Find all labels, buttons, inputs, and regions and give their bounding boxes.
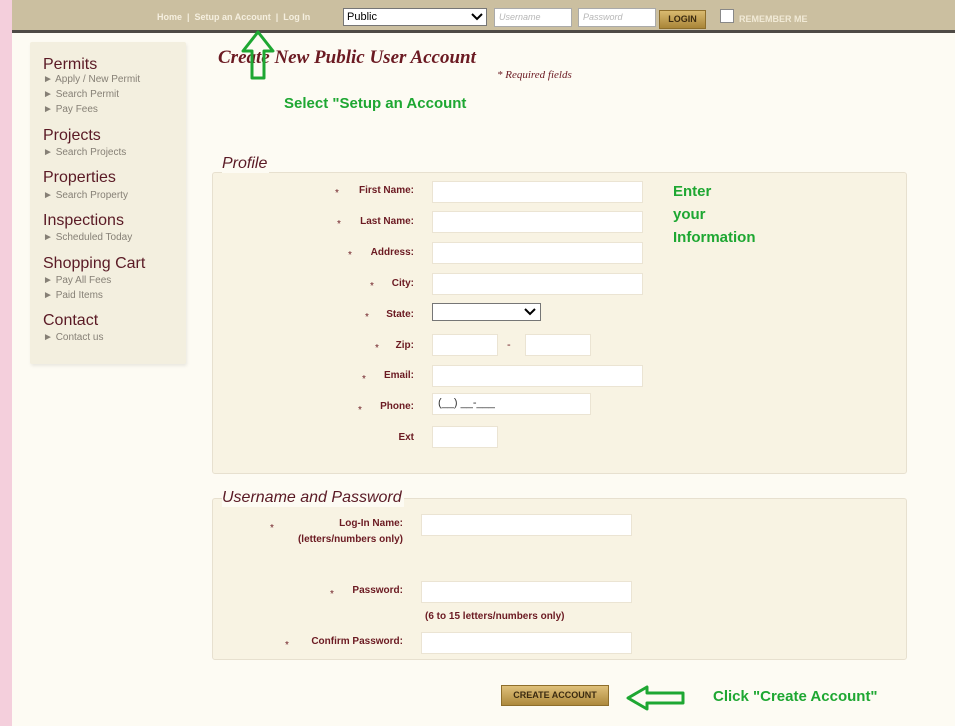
top-nav: Home | Setup an Account | Log In bbox=[157, 12, 310, 22]
profile-legend: Profile bbox=[222, 155, 270, 173]
first-name-input[interactable] bbox=[432, 181, 643, 203]
address-input[interactable] bbox=[432, 242, 643, 264]
login-name-hint: (letters/numbers only) bbox=[297, 534, 403, 545]
enter-info-annotation-2: your bbox=[673, 206, 706, 223]
account-type-value: Public bbox=[347, 11, 377, 23]
last-name-input[interactable] bbox=[432, 211, 643, 233]
required-star: * bbox=[370, 281, 374, 292]
city-input[interactable] bbox=[432, 273, 643, 295]
sidebar-item-search-projects[interactable]: ► Search Projects bbox=[43, 147, 126, 158]
last-name-label: Last Name: bbox=[360, 216, 414, 227]
sidebar-item-search-property[interactable]: ► Search Property bbox=[43, 190, 128, 201]
zip-input[interactable] bbox=[432, 334, 498, 356]
nav-setup-account-link[interactable]: Setup an Account bbox=[195, 12, 271, 22]
confirm-password-label: Confirm Password: bbox=[311, 636, 403, 647]
create-account-annotation: Click "Create Account" bbox=[713, 688, 878, 705]
sidebar-item-paid-items[interactable]: ► Paid Items bbox=[43, 290, 103, 301]
remember-me-checkbox[interactable] bbox=[720, 9, 734, 23]
nav-home-link[interactable]: Home bbox=[157, 12, 182, 22]
sidebar-heading-inspections[interactable]: Inspections bbox=[43, 212, 124, 230]
nav-separator: | bbox=[275, 12, 279, 22]
address-label: Address: bbox=[370, 247, 414, 258]
sidebar-heading-contact[interactable]: Contact bbox=[43, 312, 98, 330]
sidebar-item-contact-us[interactable]: ► Contact us bbox=[43, 332, 104, 343]
login-button[interactable]: LOGIN bbox=[659, 10, 706, 29]
required-star: * bbox=[285, 640, 289, 651]
city-label: City: bbox=[391, 278, 414, 289]
required-star: * bbox=[335, 188, 339, 199]
sidebar: Permits ► Apply / New Permit ► Search Pe… bbox=[30, 42, 186, 364]
zip-label: Zip: bbox=[395, 340, 414, 351]
state-label: State: bbox=[386, 309, 414, 320]
required-star: * bbox=[348, 250, 352, 261]
enter-info-annotation-1: Enter bbox=[673, 183, 712, 200]
chevron-down-icon bbox=[471, 13, 483, 21]
remember-me-label: REMEMBER ME bbox=[739, 14, 808, 24]
phone-label: Phone: bbox=[380, 401, 414, 412]
password-field[interactable] bbox=[421, 581, 632, 603]
sidebar-heading-properties[interactable]: Properties bbox=[43, 169, 116, 187]
email-label: Email: bbox=[383, 370, 414, 381]
up-arrow-annotation-icon bbox=[241, 30, 275, 80]
required-fields-note: * Required fields bbox=[497, 69, 572, 81]
required-star: * bbox=[270, 523, 274, 534]
first-name-label: First Name: bbox=[358, 185, 414, 196]
account-type-select[interactable]: Public bbox=[343, 8, 487, 26]
required-star: * bbox=[365, 312, 369, 323]
required-star: * bbox=[330, 589, 334, 600]
password-input[interactable]: Password bbox=[578, 8, 656, 27]
ext-input[interactable] bbox=[432, 426, 498, 448]
sidebar-heading-shopping-cart[interactable]: Shopping Cart bbox=[43, 255, 145, 273]
sidebar-heading-permits[interactable]: Permits bbox=[43, 56, 97, 74]
password-label: Password: bbox=[352, 585, 403, 596]
required-star: * bbox=[375, 343, 379, 354]
required-star: * bbox=[358, 405, 362, 416]
sidebar-item-pay-all-fees[interactable]: ► Pay All Fees bbox=[43, 275, 111, 286]
confirm-password-input[interactable] bbox=[421, 632, 632, 654]
ext-label: Ext bbox=[398, 432, 414, 443]
zip-extension-input[interactable] bbox=[525, 334, 591, 356]
enter-info-annotation-3: Information bbox=[673, 229, 756, 246]
sidebar-item-pay-fees[interactable]: ► Pay Fees bbox=[43, 104, 98, 115]
sidebar-heading-projects[interactable]: Projects bbox=[43, 127, 101, 145]
nav-login-link[interactable]: Log In bbox=[283, 12, 310, 22]
state-select[interactable] bbox=[432, 303, 541, 321]
nav-separator: | bbox=[187, 12, 190, 22]
phone-input[interactable]: (__) __-___ bbox=[432, 393, 591, 415]
create-account-button[interactable]: CREATE ACCOUNT bbox=[501, 685, 609, 706]
zip-separator: - bbox=[507, 339, 511, 351]
sidebar-item-scheduled-today[interactable]: ► Scheduled Today bbox=[43, 232, 132, 243]
setup-account-annotation: Select "Setup an Account bbox=[284, 95, 467, 112]
login-name-input[interactable] bbox=[421, 514, 632, 536]
chevron-down-icon bbox=[524, 308, 536, 316]
left-arrow-annotation-icon bbox=[626, 685, 685, 711]
email-input[interactable] bbox=[432, 365, 643, 387]
required-star: * bbox=[362, 374, 366, 385]
required-star: * bbox=[337, 219, 341, 230]
sidebar-item-search-permit[interactable]: ► Search Permit bbox=[43, 89, 119, 100]
password-hint: (6 to 15 letters/numbers only) bbox=[425, 611, 565, 622]
credentials-legend: Username and Password bbox=[222, 489, 404, 507]
sidebar-item-apply-permit[interactable]: ► Apply / New Permit bbox=[43, 74, 140, 85]
username-input[interactable]: Username bbox=[494, 8, 572, 27]
login-name-label: Log-In Name: bbox=[339, 518, 403, 529]
